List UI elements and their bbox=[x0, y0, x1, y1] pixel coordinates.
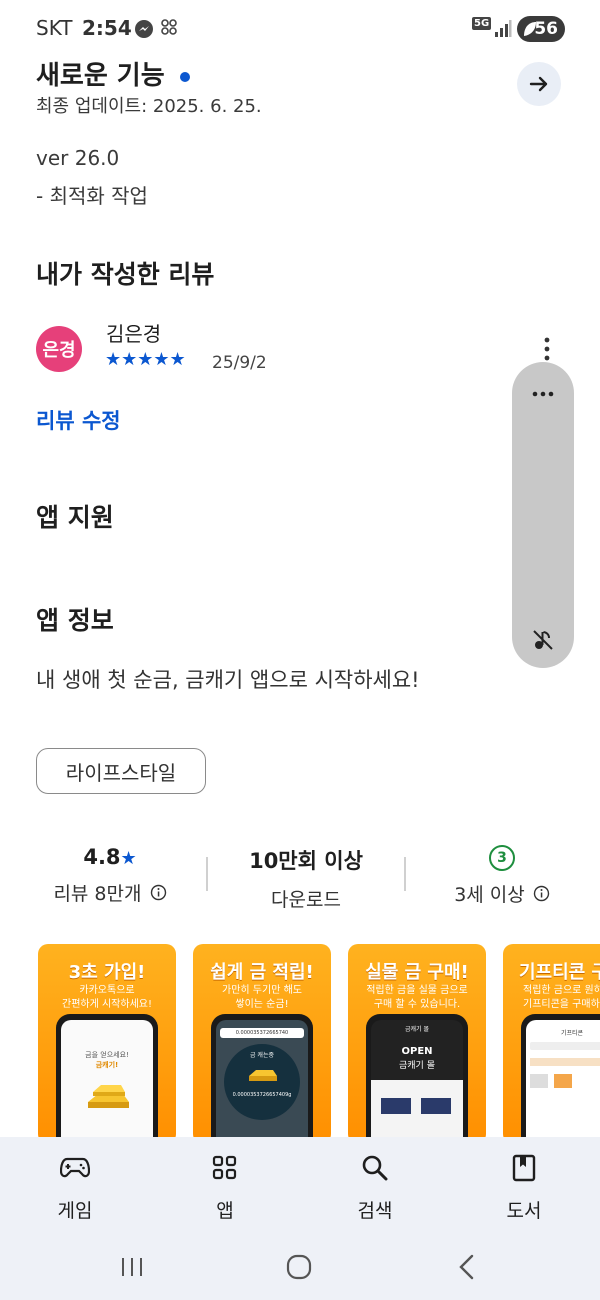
app-info-title[interactable]: 앱 정보 bbox=[36, 601, 114, 637]
screenshot-subtitle: 카카오톡으로 간편하게 시작하세요! bbox=[62, 985, 152, 1010]
back-chevron-icon bbox=[459, 1254, 474, 1280]
screenshot-subtitle: 적립한 금으로 원하 기프티콘을 구매하 bbox=[523, 985, 600, 1010]
carrier-label: SKT bbox=[36, 16, 73, 40]
last-updated: 최종 업데이트: 2025. 6. 25. bbox=[36, 96, 262, 117]
gold-bar-icon bbox=[88, 1085, 129, 1108]
reviewer-name: 김은경 bbox=[106, 322, 162, 346]
screenshot-card[interactable]: 실물 금 구매! 적립한 금을 실물 금으로 구매 할 수 있습니다. 금캐기 몰… bbox=[348, 944, 486, 1144]
book-icon bbox=[474, 1150, 574, 1186]
signal-icon bbox=[494, 18, 512, 42]
mock-text: 금 캐는중 bbox=[250, 1052, 274, 1059]
info-icon bbox=[150, 884, 167, 906]
edge-panel-handle[interactable] bbox=[512, 362, 574, 668]
my-review-title: 내가 작성한 리뷰 bbox=[36, 260, 215, 289]
nav-label: 앱 bbox=[216, 1200, 234, 1222]
screenshot-title: 기프티콘 구 bbox=[519, 962, 600, 983]
nav-label: 게임 bbox=[57, 1200, 93, 1222]
phone-mockup: 금캐기 몰 OPEN 금캐기 몰 bbox=[366, 1014, 468, 1144]
nav-books[interactable]: 도서 bbox=[474, 1150, 574, 1223]
review-date: 25/9/2 bbox=[212, 353, 267, 373]
category-chip[interactable]: 라이프스타일 bbox=[36, 748, 206, 794]
mock-text: 금캐기 몰 bbox=[405, 1026, 429, 1033]
age-badge-icon: 3 bbox=[489, 845, 515, 871]
mock-text: 기프티콘 bbox=[560, 1030, 584, 1037]
dots-app-icon bbox=[160, 18, 178, 44]
nav-label: 도서 bbox=[506, 1200, 542, 1222]
screenshot-title: 실물 금 구매! bbox=[365, 962, 469, 983]
stat-divider bbox=[206, 857, 208, 891]
arrow-right-icon bbox=[529, 76, 548, 92]
version-note: - 최적화 작업 bbox=[36, 184, 148, 208]
screenshot-card[interactable]: 기프티콘 구 적립한 금으로 원하 기프티콘을 구매하 기프티콘 bbox=[503, 944, 600, 1144]
battery-indicator: 56 bbox=[517, 16, 565, 42]
search-icon bbox=[325, 1150, 425, 1186]
rating-stat[interactable]: 4.8★ 리뷰 8만개 bbox=[20, 845, 200, 906]
recent-apps-button[interactable] bbox=[120, 1255, 144, 1283]
screenshot-title: 쉽게 금 적립! bbox=[210, 962, 314, 983]
mock-text: 금캐기! bbox=[95, 1061, 119, 1069]
avatar: 은경 bbox=[36, 326, 82, 372]
apps-grid-icon bbox=[175, 1150, 275, 1186]
more-vert-icon bbox=[544, 337, 550, 361]
network-5g-icon: 5G bbox=[472, 17, 492, 30]
screenshot-card[interactable]: 3초 가입! 카카오톡으로 간편하게 시작하세요! 금을 얻으세요! 금캐기! bbox=[38, 944, 176, 1144]
gold-bar-icon bbox=[249, 1070, 277, 1081]
battery-leaf-icon bbox=[522, 20, 538, 43]
rating-star-icon: ★ bbox=[120, 848, 137, 869]
phone-mockup: 금을 얻으세요! 금캐기! bbox=[56, 1014, 158, 1144]
gamepad-icon bbox=[25, 1150, 125, 1186]
downloads-label: 다운로드 bbox=[271, 889, 341, 911]
nav-search[interactable]: 검색 bbox=[325, 1150, 425, 1223]
screenshot-subtitle: 가만히 두기만 해도 쌓이는 순금! bbox=[222, 985, 302, 1010]
phone-mockup: 0.000035372665740 금 캐는중 0.00003537266574… bbox=[211, 1014, 313, 1144]
nav-games[interactable]: 게임 bbox=[25, 1150, 125, 1223]
mock-text: 0.0000353726657409g bbox=[232, 1092, 292, 1098]
age-rating-stat[interactable]: 3 3세 이상 bbox=[412, 845, 592, 907]
mock-text: 금캐기 몰 bbox=[399, 1061, 435, 1071]
status-bar: SKT 2:54 5G 56 bbox=[0, 0, 600, 56]
nav-apps[interactable]: 앱 bbox=[175, 1150, 275, 1223]
app-description: 내 생애 첫 순금, 금캐기 앱으로 시작하세요! bbox=[36, 668, 420, 692]
recents-icon bbox=[122, 1258, 142, 1276]
new-dot-icon bbox=[179, 71, 190, 82]
review-count: 리뷰 8만개 bbox=[53, 883, 142, 905]
info-icon bbox=[533, 885, 550, 907]
back-button[interactable] bbox=[456, 1254, 478, 1284]
app-support-title[interactable]: 앱 지원 bbox=[36, 498, 114, 534]
mock-text: 금을 얻으세요! bbox=[85, 1051, 129, 1059]
stat-divider bbox=[404, 857, 406, 891]
home-button[interactable] bbox=[286, 1254, 312, 1284]
mock-text: 0.000035372665740 bbox=[220, 1028, 304, 1038]
whats-new-title: 새로운 기능 bbox=[36, 55, 190, 92]
clock: 2:54 bbox=[82, 16, 132, 40]
screenshot-card[interactable]: 쉽게 금 적립! 가만히 두기만 해도 쌓이는 순금! 0.00003537266… bbox=[193, 944, 331, 1144]
messenger-icon bbox=[134, 19, 154, 43]
review-stars: ★★★★★ bbox=[105, 349, 186, 370]
more-horiz-icon[interactable] bbox=[531, 384, 555, 403]
screenshot-title: 3초 가입! bbox=[68, 962, 146, 983]
phone-mockup: 기프티콘 bbox=[521, 1014, 600, 1144]
nav-label: 검색 bbox=[357, 1200, 393, 1222]
version-text: ver 26.0 bbox=[36, 146, 120, 170]
mock-text: OPEN bbox=[401, 1046, 433, 1057]
rating-value: 4.8 bbox=[83, 845, 121, 869]
whats-new-arrow-button[interactable] bbox=[517, 62, 561, 106]
mute-note-icon[interactable] bbox=[531, 628, 555, 656]
whats-new-title-text: 새로운 기능 bbox=[36, 61, 165, 91]
downloads-value: 10만회 이상 bbox=[249, 849, 363, 873]
downloads-stat: 10만회 이상 다운로드 bbox=[216, 845, 396, 912]
age-label: 3세 이상 bbox=[454, 884, 525, 906]
screenshot-subtitle: 적립한 금을 실물 금으로 구매 할 수 있습니다. bbox=[366, 985, 468, 1010]
edit-review-link[interactable]: 리뷰 수정 bbox=[36, 405, 121, 435]
home-icon bbox=[286, 1254, 312, 1280]
